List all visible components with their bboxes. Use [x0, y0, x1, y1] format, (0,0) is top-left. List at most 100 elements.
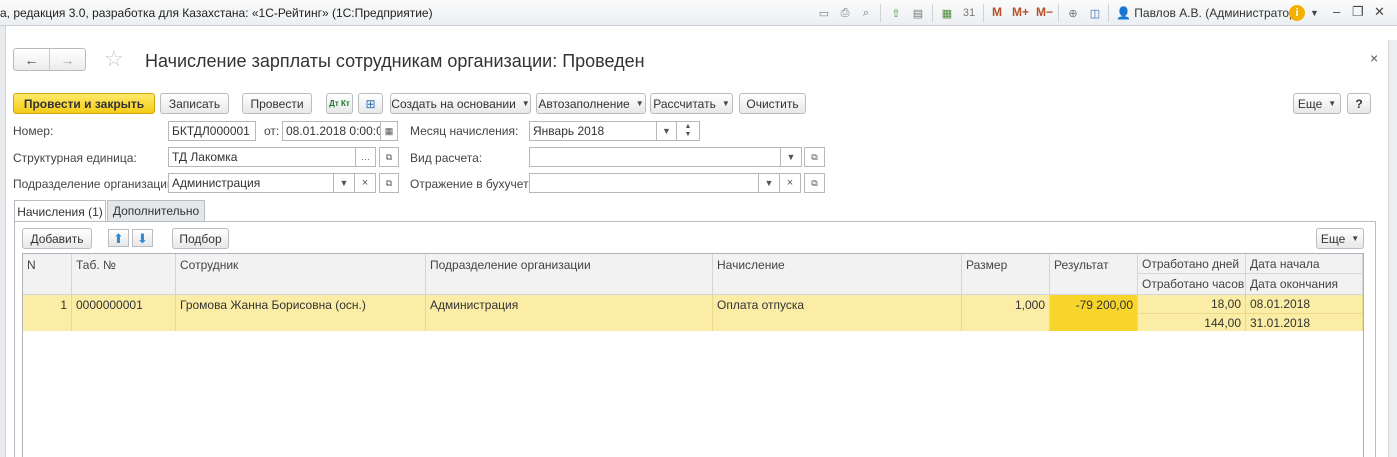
- chevron-down-icon[interactable]: ▼: [334, 173, 355, 193]
- save-button[interactable]: Записать: [160, 93, 229, 114]
- calculate-button[interactable]: Рассчитать ▼: [650, 93, 733, 114]
- number-field[interactable]: БКТДЛ000001: [168, 121, 256, 141]
- more-button[interactable]: Еще ▼: [1293, 93, 1341, 114]
- table-cell-division[interactable]: Администрация: [426, 295, 713, 331]
- structure-icon[interactable]: ⊞: [358, 93, 383, 114]
- more-label: Еще: [1297, 96, 1323, 111]
- current-user[interactable]: 👤 Павлов А.В. (Администратор): [1116, 6, 1300, 20]
- post-button[interactable]: Провести: [242, 93, 312, 114]
- table-cell-accrual[interactable]: Оплата отпуска: [713, 295, 962, 331]
- chevron-down-icon[interactable]: ▼: [759, 173, 780, 193]
- preview-icon[interactable]: ⌕: [858, 5, 874, 21]
- attach-icon[interactable]: ▤: [910, 5, 926, 21]
- zoom-icon[interactable]: ⊕: [1065, 5, 1081, 21]
- save-icon[interactable]: ▭: [816, 5, 832, 21]
- chevron-down-icon[interactable]: ▼: [685, 131, 692, 139]
- date-field[interactable]: 08.01.2018 0:00:00: [282, 121, 381, 141]
- back-button[interactable]: ←: [14, 49, 49, 70]
- column-header-employee[interactable]: Сотрудник: [176, 254, 426, 295]
- help-button[interactable]: ?: [1347, 93, 1371, 114]
- division-label: Подразделение организации:: [13, 177, 178, 191]
- calendar-icon[interactable]: ▦: [381, 121, 398, 141]
- autofill-button[interactable]: Автозаполнение ▼: [536, 93, 646, 114]
- calc-type-label: Вид расчета:: [410, 151, 483, 165]
- column-header-size[interactable]: Размер: [962, 254, 1050, 295]
- chevron-down-icon: ▼: [1328, 99, 1337, 108]
- column-header-result[interactable]: Результат: [1050, 254, 1138, 295]
- separator: [1058, 4, 1059, 22]
- add-row-button[interactable]: Добавить: [22, 228, 92, 249]
- close-window-icon[interactable]: ✕: [1374, 4, 1385, 20]
- struct-unit-field[interactable]: ТД Лакомка: [168, 147, 356, 167]
- clear-button[interactable]: Очистить: [739, 93, 806, 114]
- chevron-up-icon[interactable]: ▲: [685, 123, 692, 131]
- clear-icon[interactable]: ×: [780, 173, 801, 193]
- division-field[interactable]: Администрация: [168, 173, 334, 193]
- calendar-icon[interactable]: 31: [961, 5, 977, 21]
- table-cell-result[interactable]: -79 200,00: [1050, 295, 1138, 331]
- chevron-down-icon[interactable]: ▼: [657, 121, 677, 141]
- app-title: а, редакция 3.0, разработка для Казахста…: [0, 6, 433, 20]
- dt-kt-icon[interactable]: Дт Кт: [326, 93, 353, 114]
- table-cell-end-date[interactable]: 31.01.2018: [1246, 314, 1363, 331]
- favorite-star-icon[interactable]: ☆: [104, 46, 124, 72]
- memory-m-button[interactable]: M: [992, 5, 1002, 19]
- open-icon[interactable]: ⧉: [379, 173, 399, 193]
- post-and-close-button[interactable]: Провести и закрыть: [13, 93, 155, 114]
- table-cell-tab-no[interactable]: 0000000001: [72, 295, 176, 331]
- calc-type-field[interactable]: [529, 147, 781, 167]
- separator: [983, 4, 984, 22]
- table-cell-start-date[interactable]: 08.01.2018: [1246, 295, 1363, 314]
- autofill-label: Автозаполнение: [538, 96, 630, 111]
- chevron-down-icon: ▼: [721, 99, 730, 108]
- forward-button[interactable]: →: [49, 49, 85, 70]
- column-header-n[interactable]: N: [23, 254, 72, 295]
- month-field[interactable]: Январь 2018: [529, 121, 657, 141]
- chevron-down-icon[interactable]: ▼: [781, 147, 802, 167]
- column-header-tab-no[interactable]: Таб. №: [72, 254, 176, 295]
- create-based-on-button[interactable]: Создать на основании ▼: [390, 93, 531, 114]
- table-cell-size[interactable]: 1,000: [962, 295, 1050, 331]
- select-button[interactable]: Подбор: [172, 228, 229, 249]
- open-icon[interactable]: ⧉: [804, 147, 825, 167]
- restore-icon[interactable]: ❐: [1352, 4, 1364, 20]
- clear-icon[interactable]: ×: [355, 173, 376, 193]
- right-panel-edge: [1388, 40, 1397, 457]
- upload-icon[interactable]: ⇧: [888, 5, 904, 21]
- table-cell-employee[interactable]: Громова Жанна Борисовна (осн.): [176, 295, 426, 331]
- move-up-button[interactable]: ⬆: [108, 229, 129, 247]
- table-cell-n[interactable]: 1: [23, 295, 72, 331]
- accounting-field[interactable]: [529, 173, 759, 193]
- select-ellipsis-icon[interactable]: …: [356, 147, 376, 167]
- month-label: Месяц начисления:: [410, 124, 519, 138]
- column-header-accrual[interactable]: Начисление: [713, 254, 962, 295]
- calculator-icon[interactable]: ▦: [939, 5, 955, 21]
- accounting-label: Отражение в бухучете:: [410, 177, 539, 191]
- table-cell-days-worked[interactable]: 18,00: [1138, 295, 1246, 314]
- chevron-down-icon: ▼: [521, 99, 530, 108]
- column-header-end-date[interactable]: Дата окончания: [1246, 274, 1363, 295]
- panels-icon[interactable]: ◫: [1087, 5, 1103, 21]
- open-icon[interactable]: ⧉: [804, 173, 825, 193]
- user-name: Павлов А.В. (Администратор): [1134, 6, 1300, 20]
- tab-additional[interactable]: Дополнительно: [107, 200, 205, 221]
- move-down-button[interactable]: ⬇: [132, 229, 153, 247]
- minimize-icon[interactable]: –: [1333, 4, 1340, 19]
- table-cell-hours-worked[interactable]: 144,00: [1138, 314, 1246, 331]
- number-label: Номер:: [13, 124, 54, 138]
- column-header-hours-worked[interactable]: Отработано часов: [1138, 274, 1246, 295]
- accruals-table[interactable]: N Таб. № Сотрудник Подразделение организ…: [22, 253, 1364, 457]
- close-form-icon[interactable]: ×: [1370, 50, 1378, 66]
- memory-minus-button[interactable]: M−: [1036, 5, 1053, 19]
- info-icon[interactable]: i: [1289, 5, 1305, 21]
- print-icon[interactable]: ⎙: [837, 5, 853, 21]
- column-header-start-date[interactable]: Дата начала: [1246, 254, 1363, 274]
- table-more-button[interactable]: Еще ▼: [1316, 228, 1364, 249]
- column-header-days-worked[interactable]: Отработано дней: [1138, 254, 1246, 274]
- open-icon[interactable]: ⧉: [379, 147, 399, 167]
- memory-plus-button[interactable]: M+: [1012, 5, 1029, 19]
- tab-accruals[interactable]: Начисления (1): [14, 200, 106, 222]
- chevron-down-icon[interactable]: ▼: [1310, 8, 1319, 18]
- month-stepper[interactable]: ▲ ▼: [677, 121, 700, 141]
- column-header-division[interactable]: Подразделение организации: [426, 254, 713, 295]
